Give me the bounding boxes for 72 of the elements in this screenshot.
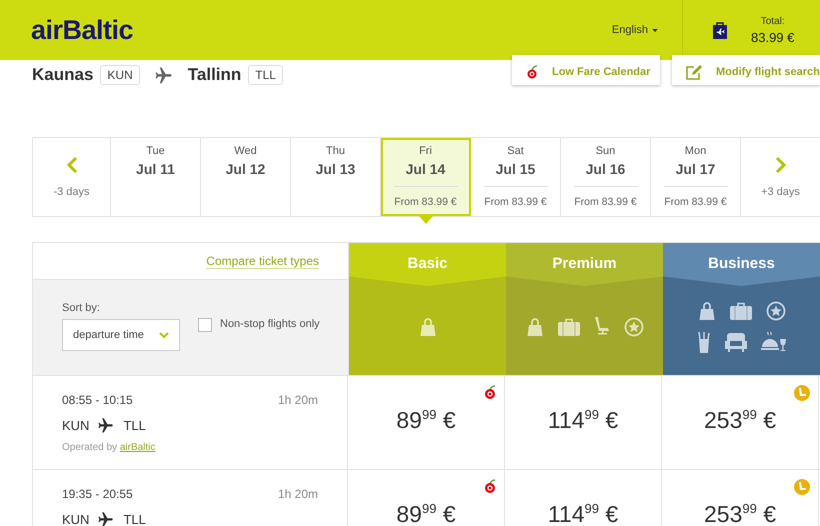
origin-city: Kaunas — [32, 65, 94, 85]
flight-times: 08:55 - 10:15 — [62, 393, 133, 407]
plane-icon — [97, 510, 116, 526]
sort-dropdown[interactable]: departure time — [62, 319, 180, 351]
date: Jul 13 — [316, 161, 356, 177]
airport-code: KUN — [100, 65, 140, 85]
chevron-left-icon — [66, 156, 78, 174]
price: 114$^{99}$ € — [548, 407, 618, 435]
price: 89$^{99}$ € — [396, 407, 456, 435]
armchair-icon — [724, 332, 746, 352]
cherry-icon — [484, 385, 496, 399]
fare-class-name: Business — [708, 255, 775, 274]
bag-icon — [698, 300, 716, 320]
seat-badge-icon — [794, 479, 810, 495]
bag-icon — [418, 316, 436, 336]
weekday: Tue — [146, 145, 165, 157]
airport-code: TLL — [248, 65, 283, 85]
pointer-icon — [418, 216, 432, 224]
bag-icon — [526, 316, 544, 336]
weekday: Fri — [419, 145, 432, 157]
cherry-icon — [526, 65, 538, 79]
weekday: Sun — [596, 145, 616, 157]
airport-code: KUN — [62, 418, 90, 432]
airport-code: TLL — [123, 418, 146, 432]
logo: airBaltic — [31, 14, 134, 46]
plane-icon — [97, 416, 116, 434]
flight-times: 19:35 - 20:55 — [62, 487, 133, 501]
price: 253$^{99}$ € — [704, 407, 776, 435]
weekday: Mon — [684, 145, 706, 157]
price: 114$^{99}$ € — [548, 501, 618, 526]
date: Jul 16 — [586, 161, 626, 177]
checkbox-label: Non-stop flights only — [220, 318, 320, 330]
shopping-bag-icon[interactable] — [713, 21, 727, 39]
operator-label: Operated by — [62, 442, 118, 453]
price: 253$^{99}$ € — [704, 501, 776, 526]
date: Jul 15 — [496, 161, 536, 177]
suitcase-icon — [730, 302, 752, 320]
date: Jul 12 — [226, 161, 266, 177]
chevron-down-icon — [159, 332, 169, 338]
meal-icon — [760, 330, 786, 352]
weekday: Sat — [507, 145, 524, 157]
seat-icon — [594, 316, 610, 336]
caret-icon — [652, 28, 658, 34]
date: Jul 14 — [406, 161, 446, 177]
fare-price: From 83.99 € — [394, 196, 457, 208]
destination-city: Tallinn — [188, 65, 242, 85]
flight-duration: 1h 20m — [278, 393, 318, 407]
airport-code: KUN — [62, 512, 90, 526]
fare-class-name: Premium — [552, 255, 617, 274]
total-amount: 83.99 € — [751, 30, 794, 44]
fare-price: From 83.99 € — [664, 196, 727, 208]
chevron-right-icon — [774, 156, 786, 174]
cherry-icon — [484, 479, 496, 493]
suitcase-icon — [558, 318, 580, 336]
fare-price: From 83.99 € — [484, 196, 547, 208]
sort-label: Sort by: — [62, 302, 101, 314]
date: Jul 17 — [676, 161, 716, 177]
flight-duration: 1h 20m — [278, 487, 318, 501]
edit-icon — [686, 64, 702, 80]
fare-price: From 83.99 € — [574, 196, 637, 208]
language-selector[interactable]: English — [612, 24, 658, 36]
fare-class-name: Basic — [407, 255, 448, 274]
airport-code: TLL — [123, 512, 146, 526]
checkbox[interactable] — [198, 318, 212, 332]
price: 89$^{99}$ € — [396, 501, 456, 526]
seat-badge-icon — [794, 385, 810, 401]
total-label: Total: — [760, 16, 785, 26]
weekday: Wed — [234, 145, 257, 157]
plane-icon — [154, 65, 174, 85]
weekday: Thu — [326, 145, 345, 157]
date: Jul 11 — [136, 161, 175, 177]
golf-bag-icon — [696, 330, 710, 352]
